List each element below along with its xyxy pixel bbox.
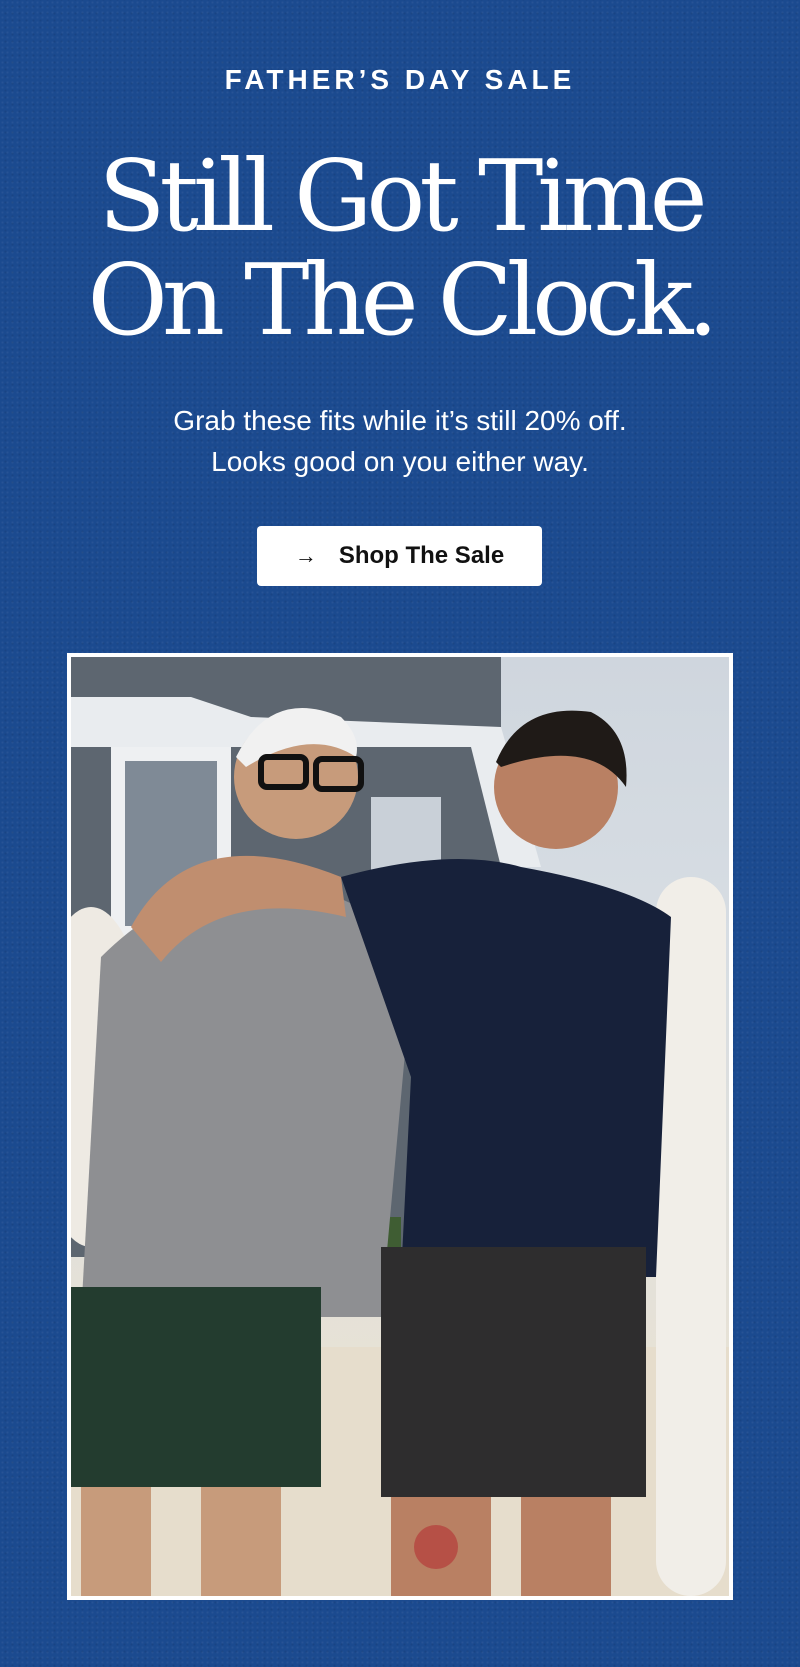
older-man-leg-left xyxy=(81,1487,151,1596)
headline: Still Got Time On The Clock. xyxy=(0,145,800,353)
older-man-leg-right xyxy=(201,1487,281,1596)
subtext-line-2: Looks good on you either way. xyxy=(211,446,589,477)
leg-tattoo xyxy=(414,1525,458,1569)
shop-the-sale-button[interactable]: → Shop The Sale xyxy=(257,526,542,586)
gray-tshirt xyxy=(81,883,411,1317)
subtext-line-1: Grab these fits while it’s still 20% off… xyxy=(173,405,627,436)
headline-line-1: Still Got Time xyxy=(98,140,707,254)
headline-line-2: On The Clock. xyxy=(87,244,719,358)
younger-man-leg-right xyxy=(521,1497,611,1596)
hero-photo xyxy=(67,653,733,1600)
eyebrow-text: FATHER’S DAY SALE xyxy=(224,64,576,95)
arrow-right-icon: → xyxy=(294,543,317,568)
photo-illustration xyxy=(71,657,729,1596)
green-shorts xyxy=(71,1287,321,1487)
dark-shorts xyxy=(381,1247,646,1497)
shop-the-sale-label: Shop The Sale xyxy=(338,542,505,569)
subtext: Grab these fits while it’s still 20% off… xyxy=(0,400,800,482)
